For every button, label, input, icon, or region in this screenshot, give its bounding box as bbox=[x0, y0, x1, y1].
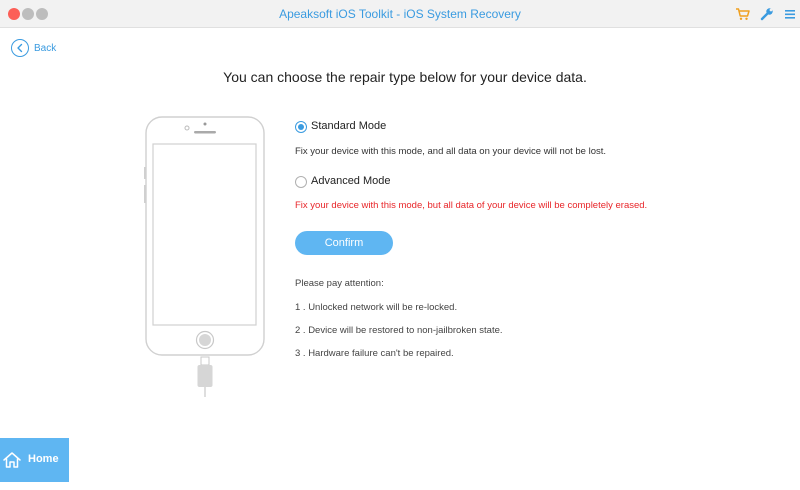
cart-icon[interactable] bbox=[735, 6, 751, 22]
title-bar: Apeaksoft iOS Toolkit - iOS System Recov… bbox=[0, 0, 800, 28]
page-heading: You can choose the repair type below for… bbox=[223, 69, 587, 85]
standard-mode-description: Fix your device with this mode, and all … bbox=[295, 146, 607, 157]
advanced-mode-description: Fix your device with this mode, but all … bbox=[295, 200, 648, 211]
advanced-mode-label: Advanced Mode bbox=[311, 175, 391, 187]
window-title: Apeaksoft iOS Toolkit - iOS System Recov… bbox=[279, 7, 521, 21]
menu-icon[interactable] bbox=[782, 6, 798, 22]
confirm-button[interactable]: Confirm bbox=[295, 231, 393, 255]
wrench-icon[interactable] bbox=[759, 6, 775, 22]
back-label: Back bbox=[34, 43, 57, 54]
standard-mode-radio[interactable] bbox=[295, 121, 307, 133]
advanced-mode-radio[interactable] bbox=[295, 176, 307, 188]
attention-item: 1 . Unlocked network will be re-locked. bbox=[295, 302, 458, 313]
home-button[interactable]: Home bbox=[0, 438, 69, 482]
home-label: Home bbox=[28, 453, 59, 465]
standard-mode-label: Standard Mode bbox=[311, 120, 387, 132]
home-icon bbox=[2, 450, 22, 475]
attention-item: 3 . Hardware failure can't be repaired. bbox=[295, 348, 454, 359]
chevron-left-icon bbox=[11, 39, 29, 57]
iphone-illustration-icon bbox=[143, 115, 273, 410]
attention-title: Please pay attention: bbox=[295, 278, 384, 289]
attention-item: 2 . Device will be restored to non-jailb… bbox=[295, 325, 503, 336]
